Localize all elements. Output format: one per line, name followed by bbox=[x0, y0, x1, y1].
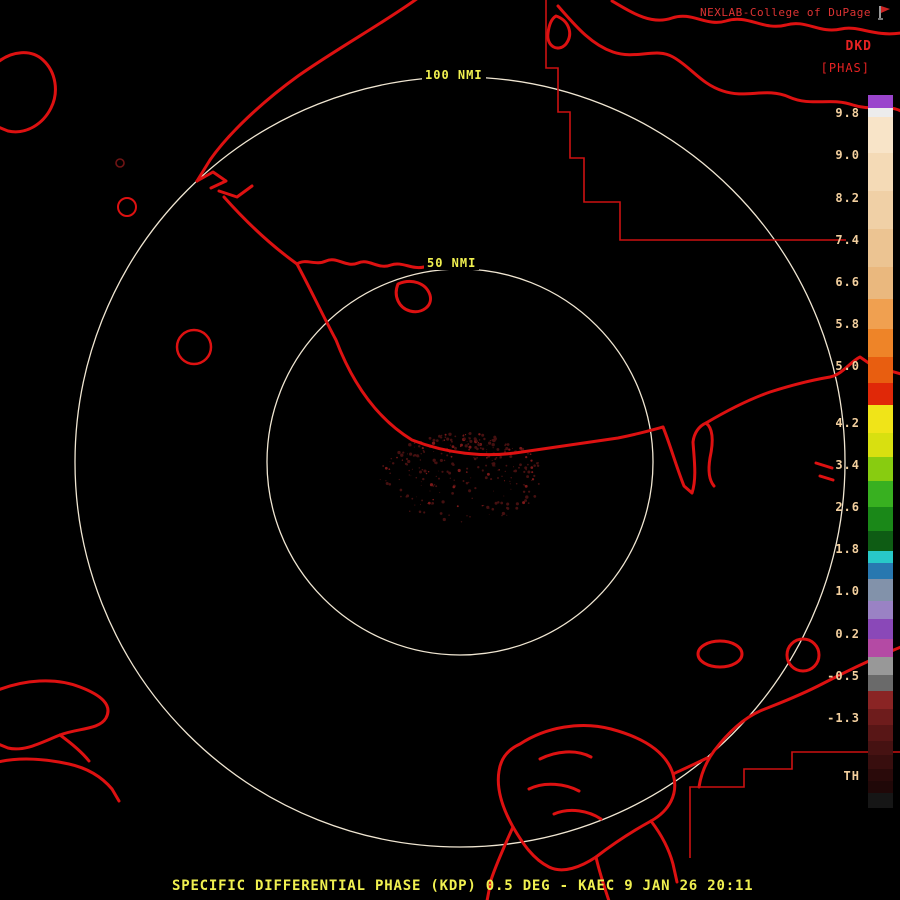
colorbar-segment bbox=[868, 383, 893, 405]
product-units: [PHAS] bbox=[820, 61, 870, 75]
coastline-path bbox=[0, 51, 57, 134]
lake-outline bbox=[175, 328, 213, 366]
colorbar-segment bbox=[868, 229, 893, 267]
shoreline-mark bbox=[814, 461, 835, 482]
radar-echoes bbox=[379, 432, 540, 523]
colorbar-segment bbox=[868, 507, 893, 531]
colorbar-segment bbox=[868, 457, 893, 481]
coastline-path bbox=[661, 421, 716, 495]
colorbar-tick-label: 5.8 bbox=[835, 317, 860, 331]
colorbar-tick-label: 9.8 bbox=[835, 106, 860, 120]
colorbar-segment bbox=[868, 657, 893, 675]
map-outlines bbox=[0, 0, 900, 900]
colorbar-segment bbox=[868, 725, 893, 741]
lake-inner-line bbox=[527, 782, 581, 793]
boundary-lines bbox=[115, 0, 900, 858]
colorbar-segment bbox=[868, 741, 893, 755]
colorbar-segment bbox=[868, 357, 893, 383]
colorbar-segment bbox=[868, 191, 893, 229]
lake-outline bbox=[785, 637, 821, 673]
range-label-50nmi: 50 NMI bbox=[424, 256, 480, 270]
colorbar-tick-label: 4.2 bbox=[835, 416, 860, 430]
lake-inner-line bbox=[552, 808, 603, 821]
colorbar-segment bbox=[868, 691, 893, 709]
colorbar-tick-label: 3.4 bbox=[835, 458, 860, 472]
coastline-path bbox=[222, 195, 426, 270]
colorbar-tick-label: 9.0 bbox=[835, 148, 860, 162]
river-path bbox=[556, 4, 900, 113]
colorbar-segment bbox=[868, 117, 893, 153]
colorbar-segment bbox=[868, 95, 893, 108]
colorbar-segment bbox=[868, 551, 893, 563]
coastline-path bbox=[0, 757, 121, 803]
river-path bbox=[649, 819, 679, 884]
colorbar-segment bbox=[868, 299, 893, 329]
radar-display: 100 NMI 50 NMI NEXLAB-College of DuPage … bbox=[0, 0, 900, 900]
boundary-path bbox=[545, 0, 846, 241]
lake-outline bbox=[117, 197, 137, 217]
lake-outline bbox=[696, 639, 744, 669]
header: NEXLAB-College of DuPage bbox=[700, 5, 892, 20]
colorbar-segment bbox=[868, 531, 893, 551]
coastline-path bbox=[195, 170, 254, 199]
colorbar-segment bbox=[868, 781, 893, 793]
colorbar-segment bbox=[868, 329, 893, 357]
range-ring-50nmi bbox=[266, 268, 654, 656]
coastline-path bbox=[58, 733, 91, 763]
colorbar-segment bbox=[868, 153, 893, 191]
colorbar-segment bbox=[868, 563, 893, 579]
colorbar-segment bbox=[868, 793, 893, 808]
colorbar-segment bbox=[868, 579, 893, 601]
colorbar-tick-label: 1.0 bbox=[835, 584, 860, 598]
colorbar-segment bbox=[868, 405, 893, 433]
colorbar-segment bbox=[868, 481, 893, 507]
colorbar-segment bbox=[868, 709, 893, 725]
colorbar-segment bbox=[868, 601, 893, 619]
colorbar-segment bbox=[868, 675, 893, 691]
status-bar: SPECIFIC DIFFERENTIAL PHASE (KDP) 0.5 DE… bbox=[172, 878, 754, 894]
colorbar-tick-label: TH bbox=[843, 769, 860, 783]
coastline-path bbox=[394, 280, 432, 314]
coastline-path bbox=[0, 679, 110, 751]
colorbar-segment bbox=[868, 769, 893, 781]
lake-outline bbox=[546, 14, 572, 50]
colorbar-tick-label: 7.4 bbox=[835, 233, 860, 247]
colorbar-tick-label: 0.2 bbox=[835, 627, 860, 641]
product-code: DKD bbox=[845, 39, 872, 54]
colorbar-tick-label: 2.6 bbox=[835, 500, 860, 514]
colorbar-tick-label: 5.0 bbox=[835, 359, 860, 373]
colorbar-tick-label: 1.8 bbox=[835, 542, 860, 556]
colorbar-tick-label: 6.6 bbox=[835, 275, 860, 289]
colorbar-tick-label: 8.2 bbox=[835, 191, 860, 205]
colorbar-segment bbox=[868, 433, 893, 457]
range-label-100nmi: 100 NMI bbox=[422, 68, 486, 82]
colorbar-segment bbox=[868, 639, 893, 657]
lake-inner-line bbox=[538, 750, 593, 761]
colorbar-segment bbox=[868, 619, 893, 639]
colorbar-segment bbox=[868, 267, 893, 299]
brand-text: NEXLAB-College of DuPage bbox=[700, 6, 871, 19]
colorbar-segment bbox=[868, 755, 893, 769]
boundary-mark bbox=[115, 158, 125, 168]
colorbar-segment bbox=[868, 108, 893, 117]
nexlab-flag-icon bbox=[878, 6, 890, 20]
radar-map-canvas bbox=[0, 0, 900, 900]
colorbar-tick-label: -0.5 bbox=[827, 669, 860, 683]
colorbar bbox=[868, 95, 893, 808]
colorbar-tick-label: -1.3 bbox=[827, 711, 860, 725]
coastline-path bbox=[295, 262, 665, 457]
